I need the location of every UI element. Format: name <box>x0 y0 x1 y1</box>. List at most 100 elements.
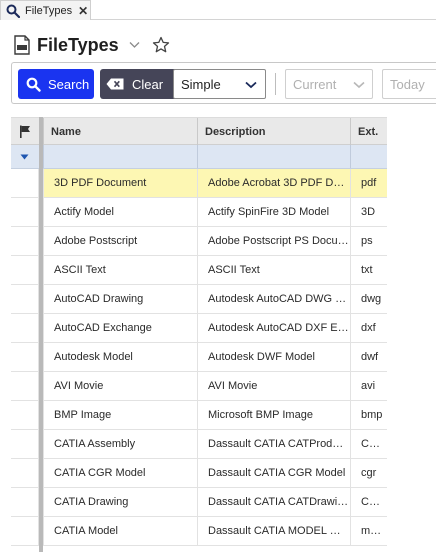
cell-ext: dwg <box>350 285 387 313</box>
clear-button[interactable]: Clear <box>100 69 179 99</box>
row-gutter-divider <box>39 117 43 552</box>
date-placeholder: Today <box>390 76 425 92</box>
column-header-name[interactable]: Name <box>43 118 197 145</box>
column-header-ext[interactable]: Ext. <box>350 118 387 145</box>
cell-ext: pdf <box>350 169 387 197</box>
tab-label: FileTypes <box>25 4 73 17</box>
grid-header: Name Description Ext. <box>11 117 387 145</box>
cell-ext: dxf <box>350 314 387 342</box>
table-row[interactable]: Adobe Postscript Adobe Postscript PS Docu… <box>11 227 387 256</box>
cell-ext: avi <box>350 372 387 400</box>
row-selector[interactable] <box>11 401 39 429</box>
filter-name-input[interactable] <box>43 145 197 168</box>
row-selector[interactable] <box>11 256 39 284</box>
star-icon[interactable] <box>152 36 170 54</box>
table-row[interactable]: CATIA CGR Model Dassault CATIA CGR Model c… <box>11 459 387 488</box>
flag-icon <box>20 125 30 138</box>
cell-description: Dassault CATIA CGR Model <box>197 459 350 487</box>
cell-name: AVI Movie <box>43 372 197 400</box>
search-icon <box>26 77 41 92</box>
clear-button-label: Clear <box>132 76 164 92</box>
toolbar-divider <box>275 73 276 95</box>
table-row[interactable]: AutoCAD Exchange Autodesk AutoCAD DXF E… d… <box>11 314 387 343</box>
flag-column-header[interactable] <box>11 118 39 145</box>
cell-description: ASCII Text <box>197 256 350 284</box>
document-icon <box>14 35 30 55</box>
search-toolbar: Search Clear Simple Current Today <box>11 62 436 104</box>
table-row[interactable]: 3D PDF Document Adobe Acrobat 3D PDF D… pd… <box>11 169 387 198</box>
row-selector[interactable] <box>11 372 39 400</box>
table-row[interactable]: AutoCAD Drawing Autodesk AutoCAD DWG … dwg <box>11 285 387 314</box>
row-selector[interactable] <box>11 285 39 313</box>
row-selector[interactable] <box>11 169 39 197</box>
column-header-description[interactable]: Description <box>197 118 350 145</box>
row-selector[interactable] <box>11 198 39 226</box>
row-selector[interactable] <box>11 314 39 342</box>
cell-ext: C… <box>350 430 387 458</box>
cell-ext: cgr <box>350 459 387 487</box>
cell-ext: bmp <box>350 401 387 429</box>
chevron-down-icon[interactable] <box>129 41 140 49</box>
row-selector[interactable] <box>11 459 39 487</box>
row-selector[interactable] <box>11 517 39 545</box>
grid-rows: 3D PDF Document Adobe Acrobat 3D PDF D… pd… <box>11 169 387 546</box>
cell-ext: C… <box>350 488 387 516</box>
page-header: FileTypes <box>14 33 170 57</box>
table-row[interactable]: CATIA Drawing Dassault CATIA CATDrawi… C… <box>11 488 387 517</box>
cell-name: 3D PDF Document <box>43 169 197 197</box>
page-title: FileTypes <box>37 34 119 55</box>
cell-ext: ps <box>350 227 387 255</box>
cell-name: Adobe Postscript <box>43 227 197 255</box>
cell-ext: 3D <box>350 198 387 226</box>
table-row[interactable]: CATIA Model Dassault CATIA MODEL … m… <box>11 517 387 546</box>
revision-select[interactable]: Current <box>285 69 373 99</box>
clear-icon <box>106 78 124 90</box>
cell-description: Dassault CATIA CATDrawi… <box>197 488 350 516</box>
chevron-down-icon <box>353 81 365 89</box>
cell-name: AutoCAD Drawing <box>43 285 197 313</box>
table-row[interactable]: AVI Movie AVI Movie avi <box>11 372 387 401</box>
search-button-label: Search <box>48 76 90 92</box>
search-button[interactable]: Search <box>18 69 94 99</box>
cell-name: Actify Model <box>43 198 197 226</box>
cell-description: Microsoft BMP Image <box>197 401 350 429</box>
row-selector[interactable] <box>11 488 39 516</box>
search-mode-select[interactable]: Simple <box>173 69 266 99</box>
cell-description: Autodesk DWF Model <box>197 343 350 371</box>
row-selector[interactable] <box>11 430 39 458</box>
close-icon[interactable]: ✕ <box>78 5 88 17</box>
revision-placeholder: Current <box>293 76 337 92</box>
cell-description: Dassault CATIA CATProd… <box>197 430 350 458</box>
cell-name: CATIA CGR Model <box>43 459 197 487</box>
table-row[interactable]: Autodesk Model Autodesk DWF Model dwf <box>11 343 387 372</box>
date-input[interactable]: Today <box>382 69 436 99</box>
cell-description: Adobe Postscript PS Docu… <box>197 227 350 255</box>
table-row[interactable]: ASCII Text ASCII Text txt <box>11 256 387 285</box>
cell-description: Adobe Acrobat 3D PDF D… <box>197 169 350 197</box>
cell-name: CATIA Model <box>43 517 197 545</box>
cell-name: ASCII Text <box>43 256 197 284</box>
table-row[interactable]: CATIA Assembly Dassault CATIA CATProd… C… <box>11 430 387 459</box>
cell-name: BMP Image <box>43 401 197 429</box>
table-row[interactable]: Actify Model Actify SpinFire 3D Model 3D <box>11 198 387 227</box>
grid-filter-row <box>11 145 387 169</box>
cell-name: CATIA Drawing <box>43 488 197 516</box>
row-selector[interactable] <box>11 343 39 371</box>
cell-name: CATIA Assembly <box>43 430 197 458</box>
filter-description-input[interactable] <box>197 145 350 168</box>
chevron-down-icon <box>245 81 257 89</box>
table-row[interactable]: BMP Image Microsoft BMP Image bmp <box>11 401 387 430</box>
cell-description: Actify SpinFire 3D Model <box>197 198 350 226</box>
cell-ext: m… <box>350 517 387 545</box>
row-selector[interactable] <box>11 227 39 255</box>
filter-ext-input[interactable] <box>350 145 387 168</box>
cell-description: AVI Movie <box>197 372 350 400</box>
cell-ext: txt <box>350 256 387 284</box>
cell-name: AutoCAD Exchange <box>43 314 197 342</box>
cell-name: Autodesk Model <box>43 343 197 371</box>
cell-description: Dassault CATIA MODEL … <box>197 517 350 545</box>
caret-down-icon[interactable] <box>20 154 29 160</box>
search-icon <box>6 4 20 18</box>
tab-filetypes[interactable]: FileTypes ✕ <box>0 0 91 20</box>
tab-strip: FileTypes ✕ <box>0 0 436 20</box>
